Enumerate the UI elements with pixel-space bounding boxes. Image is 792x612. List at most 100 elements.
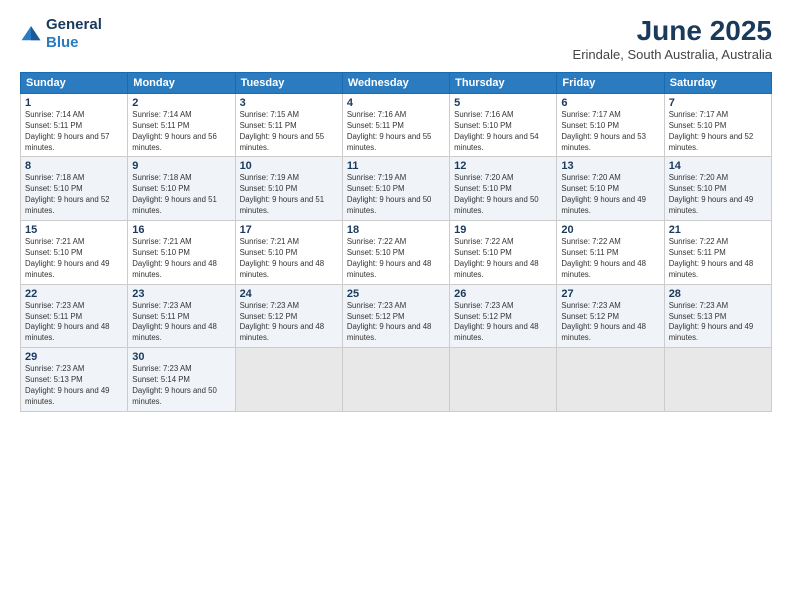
- col-tuesday: Tuesday: [235, 72, 342, 93]
- col-thursday: Thursday: [450, 72, 557, 93]
- day-info: Sunrise: 7:23 AMSunset: 5:11 PMDaylight:…: [132, 301, 230, 345]
- table-row: [235, 348, 342, 412]
- day-number: 12: [454, 160, 552, 172]
- col-friday: Friday: [557, 72, 664, 93]
- day-number: 21: [669, 224, 767, 236]
- table-row: 13Sunrise: 7:20 AMSunset: 5:10 PMDayligh…: [557, 157, 664, 221]
- day-info: Sunrise: 7:21 AMSunset: 5:10 PMDaylight:…: [25, 237, 123, 281]
- day-number: 3: [240, 97, 338, 109]
- calendar-week-row: 15Sunrise: 7:21 AMSunset: 5:10 PMDayligh…: [21, 221, 772, 285]
- day-number: 25: [347, 288, 445, 300]
- table-row: 28Sunrise: 7:23 AMSunset: 5:13 PMDayligh…: [664, 284, 771, 348]
- day-number: 10: [240, 160, 338, 172]
- table-row: 1Sunrise: 7:14 AMSunset: 5:11 PMDaylight…: [21, 93, 128, 157]
- table-row: 24Sunrise: 7:23 AMSunset: 5:12 PMDayligh…: [235, 284, 342, 348]
- day-info: Sunrise: 7:14 AMSunset: 5:11 PMDaylight:…: [25, 110, 123, 154]
- table-row: 15Sunrise: 7:21 AMSunset: 5:10 PMDayligh…: [21, 221, 128, 285]
- day-number: 7: [669, 97, 767, 109]
- table-row: 11Sunrise: 7:19 AMSunset: 5:10 PMDayligh…: [342, 157, 449, 221]
- calendar-week-row: 8Sunrise: 7:18 AMSunset: 5:10 PMDaylight…: [21, 157, 772, 221]
- table-row: 16Sunrise: 7:21 AMSunset: 5:10 PMDayligh…: [128, 221, 235, 285]
- table-row: 27Sunrise: 7:23 AMSunset: 5:12 PMDayligh…: [557, 284, 664, 348]
- day-number: 5: [454, 97, 552, 109]
- day-number: 17: [240, 224, 338, 236]
- day-number: 28: [669, 288, 767, 300]
- calendar-week-row: 1Sunrise: 7:14 AMSunset: 5:11 PMDaylight…: [21, 93, 772, 157]
- day-info: Sunrise: 7:22 AMSunset: 5:10 PMDaylight:…: [454, 237, 552, 281]
- day-info: Sunrise: 7:19 AMSunset: 5:10 PMDaylight:…: [347, 173, 445, 217]
- day-number: 26: [454, 288, 552, 300]
- title-block: June 2025 Erindale, South Australia, Aus…: [573, 16, 772, 62]
- page: General Blue June 2025 Erindale, South A…: [0, 0, 792, 612]
- table-row: 18Sunrise: 7:22 AMSunset: 5:10 PMDayligh…: [342, 221, 449, 285]
- day-info: Sunrise: 7:23 AMSunset: 5:12 PMDaylight:…: [561, 301, 659, 345]
- table-row: 14Sunrise: 7:20 AMSunset: 5:10 PMDayligh…: [664, 157, 771, 221]
- day-info: Sunrise: 7:21 AMSunset: 5:10 PMDaylight:…: [240, 237, 338, 281]
- table-row: 23Sunrise: 7:23 AMSunset: 5:11 PMDayligh…: [128, 284, 235, 348]
- table-row: 2Sunrise: 7:14 AMSunset: 5:11 PMDaylight…: [128, 93, 235, 157]
- table-row: 22Sunrise: 7:23 AMSunset: 5:11 PMDayligh…: [21, 284, 128, 348]
- day-info: Sunrise: 7:17 AMSunset: 5:10 PMDaylight:…: [561, 110, 659, 154]
- day-number: 30: [132, 351, 230, 363]
- day-number: 23: [132, 288, 230, 300]
- header: General Blue June 2025 Erindale, South A…: [20, 16, 772, 62]
- day-number: 9: [132, 160, 230, 172]
- day-info: Sunrise: 7:16 AMSunset: 5:11 PMDaylight:…: [347, 110, 445, 154]
- calendar-body: 1Sunrise: 7:14 AMSunset: 5:11 PMDaylight…: [21, 93, 772, 411]
- day-number: 20: [561, 224, 659, 236]
- logo-icon: [20, 23, 42, 45]
- day-info: Sunrise: 7:23 AMSunset: 5:12 PMDaylight:…: [240, 301, 338, 345]
- day-number: 29: [25, 351, 123, 363]
- table-row: 19Sunrise: 7:22 AMSunset: 5:10 PMDayligh…: [450, 221, 557, 285]
- day-number: 24: [240, 288, 338, 300]
- table-row: 3Sunrise: 7:15 AMSunset: 5:11 PMDaylight…: [235, 93, 342, 157]
- table-row: 26Sunrise: 7:23 AMSunset: 5:12 PMDayligh…: [450, 284, 557, 348]
- table-row: 4Sunrise: 7:16 AMSunset: 5:11 PMDaylight…: [342, 93, 449, 157]
- day-number: 6: [561, 97, 659, 109]
- table-row: 9Sunrise: 7:18 AMSunset: 5:10 PMDaylight…: [128, 157, 235, 221]
- day-number: 18: [347, 224, 445, 236]
- day-info: Sunrise: 7:23 AMSunset: 5:13 PMDaylight:…: [25, 364, 123, 408]
- day-info: Sunrise: 7:18 AMSunset: 5:10 PMDaylight:…: [25, 173, 123, 217]
- col-sunday: Sunday: [21, 72, 128, 93]
- col-monday: Monday: [128, 72, 235, 93]
- day-info: Sunrise: 7:20 AMSunset: 5:10 PMDaylight:…: [454, 173, 552, 217]
- day-number: 2: [132, 97, 230, 109]
- day-number: 13: [561, 160, 659, 172]
- table-row: 29Sunrise: 7:23 AMSunset: 5:13 PMDayligh…: [21, 348, 128, 412]
- day-info: Sunrise: 7:23 AMSunset: 5:12 PMDaylight:…: [454, 301, 552, 345]
- logo-blue-text: Blue: [46, 34, 102, 52]
- table-row: 21Sunrise: 7:22 AMSunset: 5:11 PMDayligh…: [664, 221, 771, 285]
- day-number: 14: [669, 160, 767, 172]
- day-info: Sunrise: 7:15 AMSunset: 5:11 PMDaylight:…: [240, 110, 338, 154]
- day-number: 4: [347, 97, 445, 109]
- day-info: Sunrise: 7:20 AMSunset: 5:10 PMDaylight:…: [561, 173, 659, 217]
- day-info: Sunrise: 7:22 AMSunset: 5:11 PMDaylight:…: [561, 237, 659, 281]
- calendar: Sunday Monday Tuesday Wednesday Thursday…: [20, 72, 772, 412]
- day-number: 11: [347, 160, 445, 172]
- day-number: 27: [561, 288, 659, 300]
- day-info: Sunrise: 7:23 AMSunset: 5:14 PMDaylight:…: [132, 364, 230, 408]
- logo: General Blue: [20, 16, 102, 52]
- day-number: 22: [25, 288, 123, 300]
- table-row: 6Sunrise: 7:17 AMSunset: 5:10 PMDaylight…: [557, 93, 664, 157]
- location-title: Erindale, South Australia, Australia: [573, 47, 772, 62]
- calendar-week-row: 29Sunrise: 7:23 AMSunset: 5:13 PMDayligh…: [21, 348, 772, 412]
- day-info: Sunrise: 7:14 AMSunset: 5:11 PMDaylight:…: [132, 110, 230, 154]
- table-row: 5Sunrise: 7:16 AMSunset: 5:10 PMDaylight…: [450, 93, 557, 157]
- day-info: Sunrise: 7:21 AMSunset: 5:10 PMDaylight:…: [132, 237, 230, 281]
- table-row: 12Sunrise: 7:20 AMSunset: 5:10 PMDayligh…: [450, 157, 557, 221]
- table-row: [557, 348, 664, 412]
- calendar-week-row: 22 Sunrise: 7:23 AMSunset: 5:11 PMDayligh…: [21, 284, 772, 348]
- day-info: Sunrise: 7:19 AMSunset: 5:10 PMDaylight:…: [240, 173, 338, 217]
- table-row: 20Sunrise: 7:22 AMSunset: 5:11 PMDayligh…: [557, 221, 664, 285]
- col-wednesday: Wednesday: [342, 72, 449, 93]
- table-row: [450, 348, 557, 412]
- table-row: 30Sunrise: 7:23 AMSunset: 5:14 PMDayligh…: [128, 348, 235, 412]
- table-row: 7Sunrise: 7:17 AMSunset: 5:10 PMDaylight…: [664, 93, 771, 157]
- day-info: Sunrise: 7:23 AMSunset: 5:12 PMDaylight:…: [347, 301, 445, 345]
- table-row: 25Sunrise: 7:23 AMSunset: 5:12 PMDayligh…: [342, 284, 449, 348]
- calendar-header-row: Sunday Monday Tuesday Wednesday Thursday…: [21, 72, 772, 93]
- day-number: 8: [25, 160, 123, 172]
- day-info: Sunrise: 7:22 AMSunset: 5:11 PMDaylight:…: [669, 237, 767, 281]
